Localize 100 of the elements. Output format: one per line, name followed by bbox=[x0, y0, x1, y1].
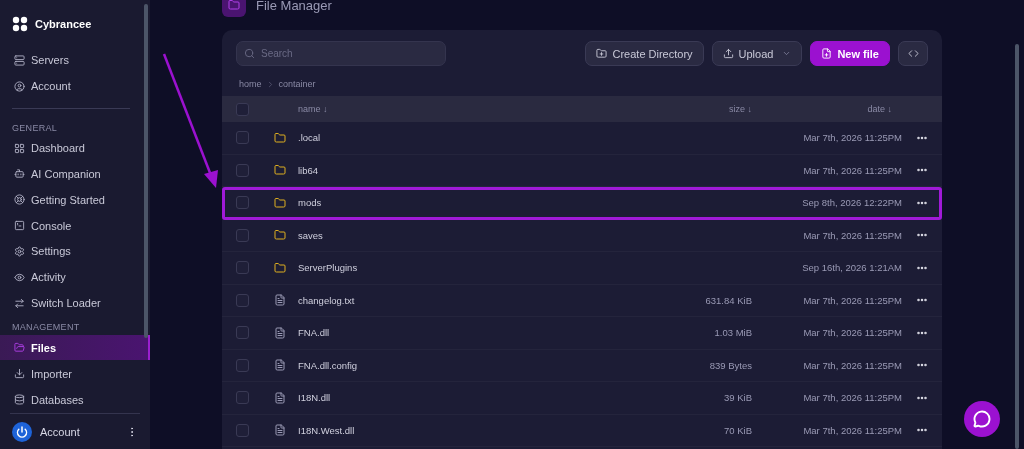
robot-icon bbox=[14, 168, 25, 180]
file-row[interactable]: FNA.dll 1.03 MiB Mar 7th, 2026 11:25PM bbox=[222, 317, 942, 350]
folder-plus-icon bbox=[596, 48, 608, 59]
file-row[interactable]: lib64 Mar 7th, 2026 11:25PM bbox=[222, 154, 942, 187]
file-name: I18N.dll bbox=[298, 392, 332, 404]
checkbox[interactable] bbox=[236, 293, 249, 307]
sidebar-item[interactable]: Getting Started bbox=[0, 187, 150, 213]
checkbox[interactable] bbox=[236, 423, 249, 437]
chat-button[interactable] bbox=[964, 401, 1000, 437]
file-date: Sep 8th, 2026 12:22PM bbox=[801, 197, 902, 209]
settings-icon bbox=[14, 245, 25, 257]
checkbox[interactable] bbox=[236, 131, 249, 145]
file-icon bbox=[274, 359, 286, 372]
code-icon bbox=[907, 48, 919, 59]
account-name[interactable]: Account bbox=[40, 425, 118, 438]
breadcrumb-link[interactable]: container bbox=[278, 79, 316, 89]
checkbox[interactable] bbox=[236, 358, 249, 372]
file-name: mods bbox=[298, 197, 323, 209]
column-header[interactable]: date ↓ bbox=[752, 104, 902, 114]
search-icon bbox=[244, 48, 255, 59]
file-date: Mar 7th, 2026 11:25PM bbox=[802, 424, 902, 436]
new-file-button[interactable]: New file bbox=[810, 41, 890, 66]
database-icon bbox=[14, 394, 25, 405]
file-row[interactable]: FNA.dll.config 839 Bytes Mar 7th, 2026 11:25PM bbox=[222, 349, 942, 382]
file-date: Mar 7th, 2026 11:25PM bbox=[802, 229, 902, 241]
sidebar-item[interactable]: Files bbox=[0, 335, 150, 361]
folder-icon bbox=[274, 261, 286, 274]
file-date: Mar 7th, 2026 11:25PM bbox=[802, 392, 902, 404]
file-icon bbox=[274, 391, 286, 404]
sidebar-item[interactable]: Importer bbox=[0, 361, 150, 387]
file-name: lib64 bbox=[298, 164, 320, 176]
file-date: Mar 7th, 2026 11:25PM bbox=[802, 294, 902, 306]
upload-icon bbox=[722, 48, 734, 59]
terminal-icon bbox=[14, 220, 25, 232]
file-name: I18N.West.dll bbox=[298, 424, 356, 436]
page-title: File Manager bbox=[256, 0, 332, 13]
file-row[interactable]: changelog.txt 631.84 KiB Mar 7th, 2026 11:25PM bbox=[222, 284, 942, 317]
file-size: 1.03 MiB bbox=[713, 327, 752, 339]
lifebuoy-icon bbox=[14, 194, 25, 206]
sidebar-item[interactable]: Servers bbox=[0, 48, 150, 73]
create-directory-button[interactable]: Create Directory bbox=[585, 41, 704, 66]
sidebar-item[interactable]: Switch Loader bbox=[0, 290, 150, 316]
sidebar-item[interactable]: Dashboard bbox=[0, 135, 150, 161]
chat-icon bbox=[973, 410, 991, 428]
logo-icon bbox=[12, 16, 28, 32]
checkbox[interactable] bbox=[236, 163, 249, 177]
folder-icon bbox=[228, 0, 240, 11]
folder-icon bbox=[274, 164, 286, 177]
checkbox[interactable] bbox=[236, 391, 249, 405]
column-header[interactable]: size ↓ bbox=[612, 104, 752, 114]
breadcrumb-link[interactable]: home bbox=[239, 79, 262, 89]
swap-arrows-icon bbox=[14, 297, 25, 309]
checkbox[interactable] bbox=[236, 196, 249, 210]
file-name: FNA.dll bbox=[298, 327, 331, 339]
search-field[interactable]: Search bbox=[236, 41, 446, 66]
file-plus-icon bbox=[821, 48, 833, 59]
file-icon bbox=[274, 326, 286, 339]
sidebar-item[interactable]: Account bbox=[0, 73, 150, 99]
file-name: changelog.txt bbox=[298, 294, 356, 306]
user-circle-icon bbox=[14, 80, 25, 92]
file-name: ServerPlugins bbox=[298, 262, 359, 274]
folder-icon bbox=[274, 131, 286, 144]
checkbox[interactable] bbox=[236, 261, 249, 275]
file-row[interactable]: .local Mar 7th, 2026 11:25PM bbox=[222, 122, 942, 155]
file-row[interactable]: I18N.West.dll 70 KiB Mar 7th, 2026 11:25PM bbox=[222, 414, 942, 447]
column-header[interactable]: name ↓ bbox=[274, 104, 612, 114]
checkbox[interactable] bbox=[236, 102, 249, 116]
eye-icon bbox=[14, 271, 25, 283]
checkbox[interactable] bbox=[236, 326, 249, 340]
file-row[interactable]: ServerPlugins Sep 16th, 2026 1:21AM bbox=[222, 252, 942, 285]
server-icon bbox=[14, 54, 25, 66]
file-size: 839 Bytes bbox=[708, 359, 752, 371]
file-row[interactable]: saves Mar 7th, 2026 11:25PM bbox=[222, 219, 942, 252]
file-size: 39 KiB bbox=[723, 392, 752, 404]
sidebar-item[interactable]: AI Companion bbox=[0, 161, 150, 187]
scrollbar[interactable] bbox=[1015, 44, 1019, 449]
file-date: Mar 7th, 2026 11:25PM bbox=[802, 164, 902, 176]
file-row[interactable]: I18N.dll 39 KiB Mar 7th, 2026 11:25PM bbox=[222, 382, 942, 415]
highlighted-row[interactable]: mods Sep 8th, 2026 12:22PM bbox=[222, 187, 942, 220]
sidebar-item[interactable]: Console bbox=[0, 213, 150, 238]
file-icon bbox=[274, 424, 286, 437]
section-heading: MANAGEMENT bbox=[12, 322, 81, 333]
file-date: Mar 7th, 2026 11:25PM bbox=[802, 132, 902, 144]
file-size: 631.84 KiB bbox=[704, 294, 752, 306]
section-heading: GENERAL bbox=[12, 122, 59, 133]
file-date: Mar 7th, 2026 11:25PM bbox=[802, 359, 902, 371]
sidebar-item[interactable]: Settings bbox=[0, 238, 150, 264]
file-icon bbox=[274, 294, 286, 307]
sidebar-item[interactable]: Databases bbox=[0, 387, 150, 412]
file-name: .local bbox=[298, 132, 322, 144]
file-date: Sep 16th, 2026 1:21AM bbox=[801, 262, 902, 274]
brand-name: Cybrancee bbox=[35, 18, 92, 30]
folder-icon bbox=[14, 342, 25, 354]
grid-icon bbox=[14, 142, 25, 154]
sidebar-item[interactable]: Activity bbox=[0, 264, 150, 290]
file-size: 70 KiB bbox=[723, 424, 752, 436]
scrollbar[interactable] bbox=[144, 4, 148, 338]
upload-button[interactable]: Upload bbox=[711, 41, 803, 66]
file-name: FNA.dll.config bbox=[298, 359, 359, 371]
checkbox[interactable] bbox=[236, 228, 249, 242]
